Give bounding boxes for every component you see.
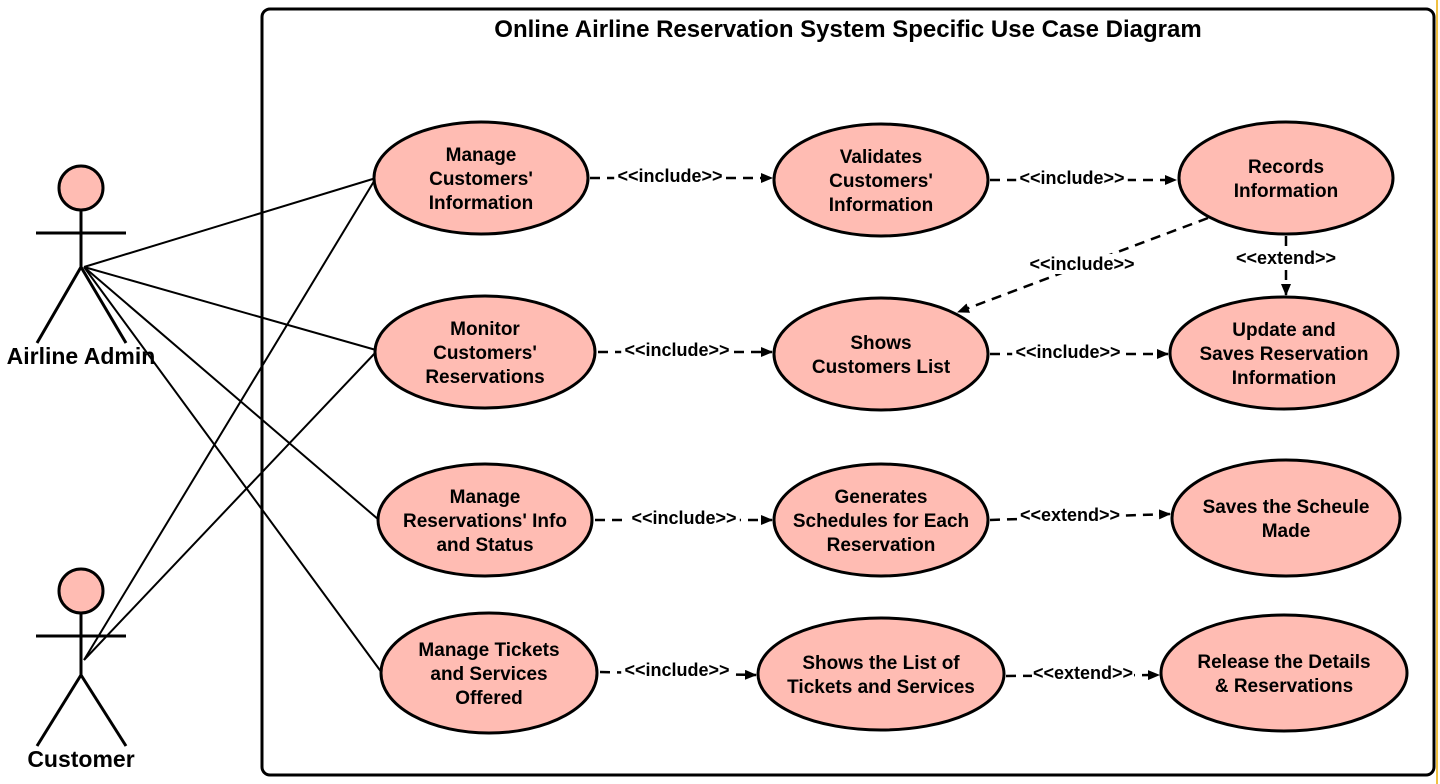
diagram-title: Online Airline Reservation System Specif… [494, 16, 1201, 43]
actor-right-leg [79, 674, 128, 747]
use-case-uc7[interactable]: Manage Reservations' Info and Status [376, 462, 594, 578]
actor-customer[interactable]: Customer [27, 567, 135, 772]
use-case-uc3[interactable]: Records Information [1177, 120, 1395, 236]
actor-left-leg [35, 674, 83, 747]
relationship-uc7-uc8: <<include>> [595, 508, 773, 528]
use-case-label: Records [1248, 157, 1324, 178]
relationship-uc11-uc12: <<extend>> [1005, 663, 1160, 683]
use-case-uc8[interactable]: Generates Schedules for Each Reservation [772, 462, 990, 578]
use-case-label: Shows [850, 333, 911, 354]
stereotype-label: <<extend>> [1020, 505, 1120, 525]
use-case-uc6[interactable]: Update and Saves Reservation Information [1168, 295, 1400, 411]
stereotype-label: <<extend>> [1033, 663, 1133, 683]
use-case-uc2[interactable]: Validates Customers' Information [772, 122, 990, 238]
actor-left-leg [35, 266, 83, 344]
use-case-label: Schedules for Each [793, 511, 969, 532]
use-case-label: Customers List [812, 357, 951, 378]
association-line [83, 266, 377, 351]
use-case-label: & Reservations [1215, 676, 1353, 697]
use-case-label: Made [1262, 521, 1311, 542]
stereotype-label: <<include>> [624, 340, 729, 360]
relationship-uc1-uc2: <<include>> [590, 166, 773, 186]
use-case-label: Reservations [425, 367, 544, 388]
use-case-label: Information [829, 195, 934, 216]
use-case-label: Tickets and Services [787, 677, 975, 698]
association-line [83, 177, 377, 661]
use-case-label: Release the Details [1197, 652, 1370, 673]
use-case-uc1[interactable]: Manage Customers' Information [372, 120, 590, 236]
relationship-layer: <<include>> <<include>> <<include>> <<exten… [590, 166, 1337, 683]
use-case-label: Saves Reservation [1200, 344, 1369, 365]
use-case-label: and Status [436, 535, 533, 556]
stereotype-label: <<include>> [617, 166, 722, 186]
use-case-label: Manage Tickets [418, 640, 559, 661]
stereotype-label: <<include>> [1019, 168, 1124, 188]
use-case-ellipse [756, 616, 1006, 732]
use-case-label: Reservation [827, 535, 936, 556]
stereotype-label: <<include>> [1029, 254, 1134, 274]
use-case-uc4[interactable]: Monitor Customers' Reservations [373, 294, 597, 410]
use-case-label: and Services [430, 664, 547, 685]
actor-head [57, 567, 105, 615]
use-case-uc11[interactable]: Shows the List of Tickets and Services [756, 616, 1006, 732]
association-line [83, 177, 377, 268]
use-case-ellipse [1159, 613, 1409, 733]
stereotype-label: <<include>> [631, 508, 736, 528]
association-line [83, 266, 380, 521]
relationship-uc3-uc5: <<include>> [957, 216, 1209, 314]
use-case-label: Validates [840, 147, 922, 168]
use-case-uc10[interactable]: Manage Tickets and Services Offered [379, 611, 599, 735]
use-case-label: Saves the Scheule [1203, 497, 1370, 518]
use-case-label: Offered [455, 688, 523, 709]
use-case-uc9[interactable]: Saves the Scheule Made [1170, 458, 1402, 578]
use-case-label: Manage [446, 145, 517, 166]
use-case-label: Information [429, 193, 534, 214]
actor-right-leg [79, 266, 128, 344]
use-case-label: Customers' [433, 343, 537, 364]
use-case-label: Customers' [429, 169, 533, 190]
use-case-layer: Manage Customers' Information Validates Cust… [372, 120, 1409, 735]
use-case-label: Customers' [829, 171, 933, 192]
use-case-label: Monitor [450, 319, 520, 340]
use-case-ellipse [1177, 120, 1395, 236]
use-case-label: Manage [450, 487, 521, 508]
association-layer [83, 177, 383, 674]
stereotype-label: <<extend>> [1236, 248, 1336, 268]
actor-name: Customer [27, 746, 134, 772]
use-case-label: Update and [1232, 320, 1335, 341]
use-case-diagram: Online Airline Reservation System Specif… [7, 7, 1436, 777]
relationship-uc4-uc5: <<include>> [598, 340, 773, 360]
use-case-label: Generates [835, 487, 928, 508]
use-case-ellipse [772, 296, 990, 412]
use-case-label: Reservations' Info [403, 511, 567, 532]
use-case-ellipse [1170, 458, 1402, 578]
use-case-uc12[interactable]: Release the Details & Reservations [1159, 613, 1409, 733]
use-case-uc5[interactable]: Shows Customers List [772, 296, 990, 412]
actor-name: Airline Admin [7, 343, 156, 369]
relationship-uc2-uc3: <<include>> [990, 168, 1177, 188]
relationship-uc8-uc9: <<extend>> [989, 505, 1171, 525]
stereotype-label: <<include>> [624, 660, 729, 680]
actor-airline-admin[interactable]: Airline Admin [7, 164, 156, 369]
stereotype-label: <<include>> [1015, 342, 1120, 362]
use-case-label: Information [1234, 181, 1339, 202]
relationship-uc10-uc11: <<include>> [599, 660, 757, 680]
relationship-uc3-uc6: <<extend>> [1235, 236, 1337, 296]
use-case-label: Shows the List of [802, 653, 960, 674]
association-line [83, 351, 377, 661]
use-case-label: Information [1232, 368, 1337, 389]
relationship-uc5-uc6: <<include>> [990, 342, 1169, 362]
actor-head [57, 164, 105, 212]
